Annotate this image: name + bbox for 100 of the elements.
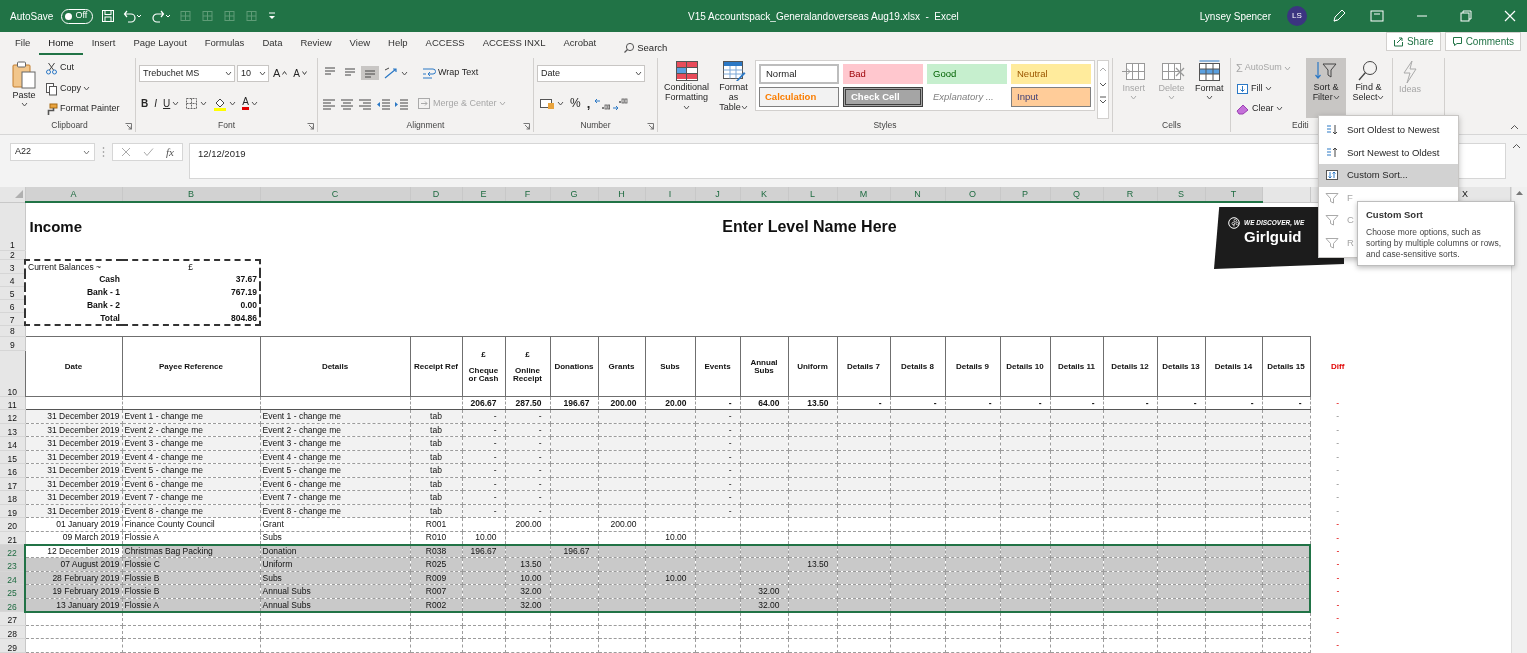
table-cell: - bbox=[505, 463, 550, 478]
table-cell: Annual Subs bbox=[260, 584, 410, 599]
table-cell: 13.50 bbox=[505, 558, 550, 572]
table-cell: tab bbox=[410, 490, 462, 505]
table-cell: 32.00 bbox=[505, 584, 550, 599]
table-cell: R025 bbox=[410, 558, 462, 572]
column-heading: Details 14 bbox=[1205, 336, 1262, 397]
table-cell: - bbox=[505, 436, 550, 451]
table-cell: - bbox=[1310, 598, 1365, 612]
table-cell: 64.00 bbox=[740, 396, 788, 410]
column-heading: Details 8 bbox=[890, 336, 945, 397]
table-cell: 13 January 2019 bbox=[25, 598, 122, 612]
table-cell: 31 December 2019 bbox=[25, 463, 122, 478]
table-cell: - bbox=[1310, 490, 1365, 505]
table-cell: - bbox=[695, 504, 740, 518]
table-cell: 0.00 bbox=[122, 299, 260, 313]
table-cell: 10.00 bbox=[505, 571, 550, 585]
column-heading: Details bbox=[260, 336, 410, 397]
table-cell: Annual Subs bbox=[260, 598, 410, 612]
table-cell: 31 December 2019 bbox=[25, 477, 122, 491]
column-heading: Details 13 bbox=[1157, 336, 1205, 397]
table-cell: Cash bbox=[25, 273, 122, 287]
table-cell: - bbox=[1205, 396, 1262, 410]
column-heading: Uniform bbox=[788, 336, 837, 397]
table-cell: - bbox=[1157, 396, 1205, 410]
sheet-heading: Enter Level Name Here bbox=[462, 202, 1157, 251]
table-cell: Finance County Council bbox=[122, 517, 260, 532]
table-cell: - bbox=[1310, 423, 1365, 437]
column-heading: Details 12 bbox=[1103, 336, 1157, 397]
column-heading: Events bbox=[695, 336, 740, 397]
table-cell: 804.86 bbox=[122, 312, 260, 326]
table-cell: Bank - 1 bbox=[25, 286, 122, 300]
table-cell: 13.50 bbox=[788, 396, 837, 410]
table-cell: - bbox=[1310, 625, 1365, 639]
window-title: V15 Accountspack_Generalandoverseas Aug19.xlsx - Excel bbox=[687, 9, 960, 24]
table-cell: Donation bbox=[260, 544, 410, 558]
table-cell: 12 December 2019 bbox=[25, 544, 122, 558]
column-heading: Details 15 bbox=[1262, 336, 1310, 397]
group-label: Clipboard bbox=[51, 119, 88, 132]
table-cell: 31 December 2019 bbox=[25, 436, 122, 451]
table-cell: Flossie A bbox=[122, 598, 260, 612]
table-cell: - bbox=[1310, 558, 1365, 572]
table-cell: - bbox=[695, 423, 740, 437]
table-cell: - bbox=[1310, 544, 1365, 558]
table-cell: - bbox=[505, 450, 550, 464]
column-heading: Donations bbox=[550, 336, 598, 397]
table-cell: 19 February 2019 bbox=[25, 584, 122, 599]
table-cell: 37.67 bbox=[122, 273, 260, 287]
table-cell: - bbox=[1000, 396, 1050, 410]
table-cell: Flossie B bbox=[122, 571, 260, 585]
column-heading: Date bbox=[25, 336, 122, 397]
table-cell: Bank - 2 bbox=[25, 299, 122, 313]
column-heading: Details 7 bbox=[837, 336, 890, 397]
column-heading: Details 10 bbox=[1000, 336, 1050, 397]
column-heading: Details 9 bbox=[945, 336, 1000, 397]
table-cell: 200.00 bbox=[505, 517, 550, 532]
table-cell: - bbox=[695, 463, 740, 478]
table-cell: 32.00 bbox=[505, 598, 550, 612]
table-cell: - bbox=[695, 477, 740, 491]
table-cell: R007 bbox=[410, 584, 462, 599]
table-cell: Event 6 - change me bbox=[260, 477, 410, 491]
group-label: Font bbox=[218, 119, 235, 132]
table-cell: 200.00 bbox=[598, 517, 645, 532]
table-cell: Event 6 - change me bbox=[122, 477, 260, 491]
table-cell: - bbox=[505, 423, 550, 437]
table-cell: - bbox=[1310, 638, 1365, 653]
table-cell: - bbox=[1310, 531, 1365, 545]
group-label: Styles bbox=[873, 119, 897, 132]
table-cell: Event 3 - change me bbox=[260, 436, 410, 451]
table-cell: - bbox=[945, 396, 1000, 410]
autosave-label: AutoSave bbox=[10, 9, 54, 24]
column-heading: Details 11 bbox=[1050, 336, 1103, 397]
table-cell: - bbox=[1310, 571, 1365, 585]
column-heading: Cheque or Cash bbox=[467, 366, 500, 383]
group-label: Alignment bbox=[406, 119, 445, 132]
column-heading: Payee Reference bbox=[122, 336, 260, 397]
table-cell: 767.19 bbox=[122, 286, 260, 300]
table-cell: - bbox=[1310, 517, 1365, 532]
table-cell: - bbox=[890, 396, 945, 410]
currency-symbol: £ bbox=[524, 350, 531, 359]
table-cell: R009 bbox=[410, 571, 462, 585]
tooltip-title: Custom Sort bbox=[1366, 208, 1424, 222]
table-cell: Event 4 - change me bbox=[260, 450, 410, 464]
user-name: Lynsey Spencer bbox=[1199, 9, 1271, 24]
group-label: Number bbox=[580, 119, 611, 132]
table-cell: - bbox=[1310, 436, 1365, 451]
table-cell: Event 7 - change me bbox=[122, 490, 260, 505]
column-heading: Diff bbox=[1310, 336, 1365, 397]
table-cell: 196.67 bbox=[462, 544, 505, 558]
table-cell: Subs bbox=[260, 571, 410, 585]
table-cell: Christmas Bag Packing bbox=[122, 544, 260, 558]
table-cell: - bbox=[695, 396, 740, 410]
table-cell: 31 December 2019 bbox=[25, 490, 122, 505]
table-cell: R038 bbox=[410, 544, 462, 558]
table-cell: Current Balances ~ bbox=[25, 259, 122, 273]
table-cell: - bbox=[695, 436, 740, 451]
table-cell: 287.50 bbox=[505, 396, 550, 410]
table-cell: - bbox=[1050, 396, 1103, 410]
table-cell: 206.67 bbox=[462, 396, 505, 410]
table-cell: 31 December 2019 bbox=[25, 423, 122, 437]
